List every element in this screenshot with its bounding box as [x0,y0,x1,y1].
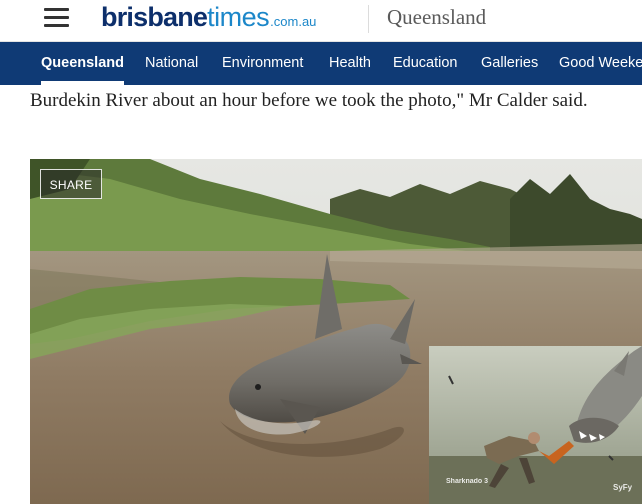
article-body: Burdekin River about an hour before we t… [30,88,590,114]
logo-brisbane: brisbane [101,2,208,32]
nav-item-galleries[interactable]: Galleries [481,42,538,85]
menu-icon[interactable] [44,6,69,28]
nav-item-environment[interactable]: Environment [222,42,303,85]
header-divider [368,5,369,33]
site-header: brisbanetimes.com.au Queensland [0,0,642,42]
nav-item-good-weekend[interactable]: Good Weekend [559,42,642,85]
share-button[interactable]: SHARE [40,169,102,199]
logo-domain: .com.au [270,14,317,29]
main-nav: Queensland National Environment Health E… [0,42,642,85]
nav-item-education[interactable]: Education [393,42,458,85]
nav-item-national[interactable]: National [145,42,198,85]
site-logo[interactable]: brisbanetimes.com.au [101,0,316,39]
nav-item-health[interactable]: Health [329,42,371,85]
article-paragraph: Burdekin River about an hour before we t… [30,90,588,111]
section-title[interactable]: Queensland [387,5,486,29]
inset-channel-logo: SyFy [613,483,633,492]
nav-item-queensland[interactable]: Queensland [41,42,124,85]
article-photo[interactable]: SHARE Sharknado 3 SyFy [30,159,642,504]
logo-times: times [207,2,270,32]
inset-watermark: Sharknado 3 [446,478,489,485]
sharknado-inset: Sharknado 3 SyFy [429,346,642,504]
